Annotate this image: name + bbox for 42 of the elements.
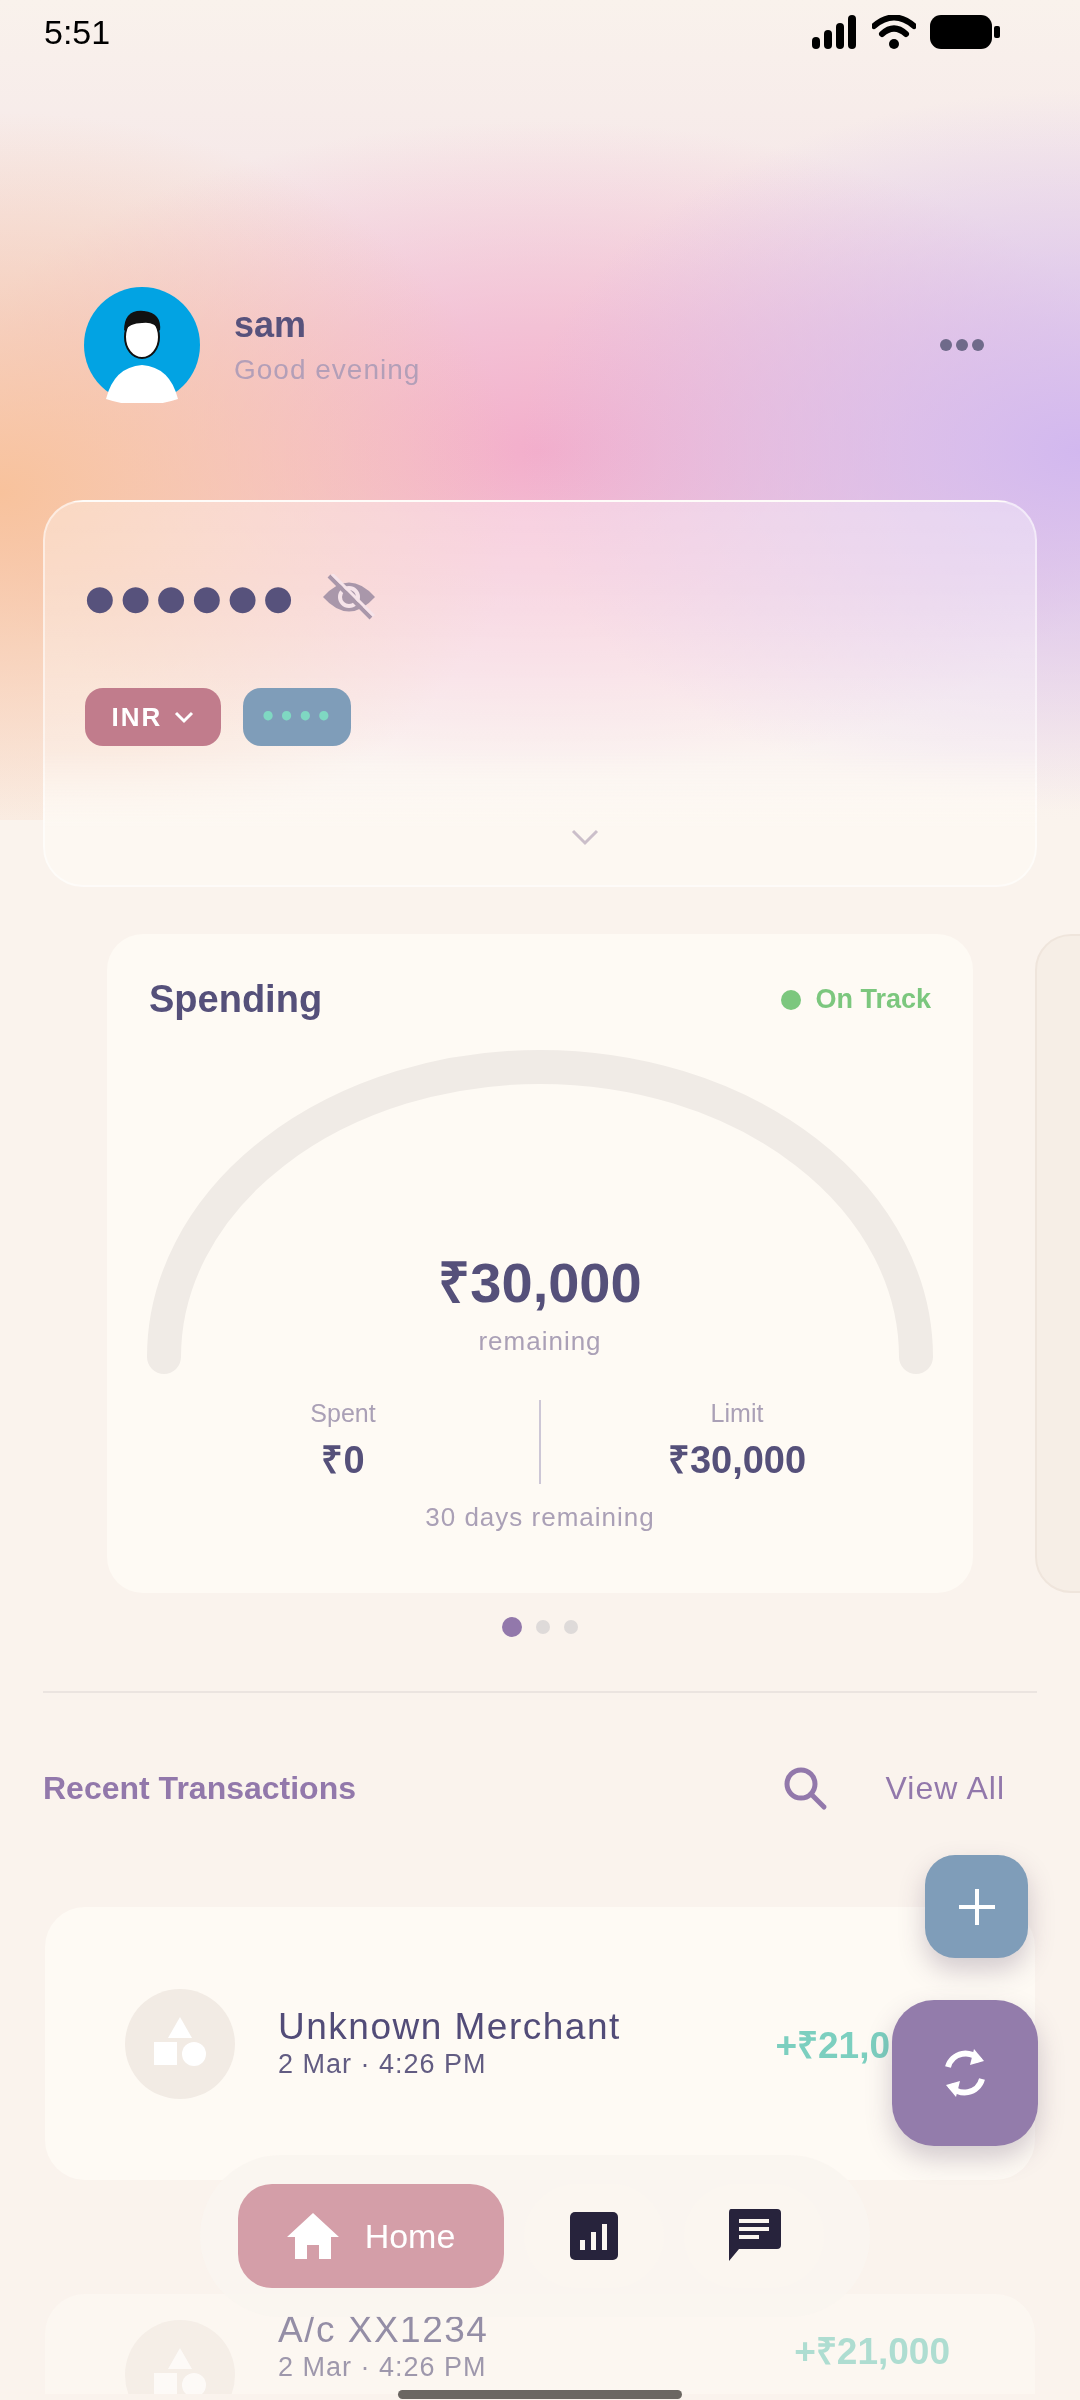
status-label: On Track [815,984,931,1015]
card-title: Spending [149,978,323,1021]
signal-icon [812,15,858,49]
merchant-name: A/c XX1234 [278,2310,489,2351]
page-dot[interactable] [564,1620,578,1634]
add-button[interactable] [925,1855,1028,1958]
sync-button[interactable] [892,2000,1038,2146]
page-dot[interactable] [502,1617,522,1637]
remaining-caption: remaining [478,1326,602,1357]
home-tab[interactable]: Home [238,2184,504,2288]
days-remaining: 30 days remaining [425,1502,655,1533]
limit-amount: ₹30,000 [667,1438,807,1483]
limit-label: Limit [710,1399,764,1428]
account-chip[interactable]: •••• [243,688,351,746]
user-name: sam [234,304,308,346]
remaining-amount: ₹30,000 [438,1250,642,1316]
expand-chevron-icon[interactable] [571,828,599,846]
masked-balance: ●●●●●● [85,577,299,617]
page-dot[interactable] [536,1620,550,1634]
chevron-down-icon [174,710,195,724]
more-icon[interactable] [940,339,984,351]
home-icon [286,2213,339,2259]
merchant-name: Unknown Merchant [278,2007,621,2048]
avatar[interactable] [84,287,200,403]
spent-amount: ₹0 [321,1438,365,1483]
currency-selector[interactable]: INR [85,688,221,746]
transaction-date: 2 Mar · 4:26 PM [278,2050,487,2080]
greeting: Good evening [234,354,422,386]
battery-icon [930,15,1000,49]
plus-icon [956,1886,997,1927]
transaction-amount: +₹21,000 [794,2330,950,2374]
spent-label: Spent [310,1399,376,1428]
message-icon [727,2209,781,2263]
wifi-icon [872,15,916,49]
visibility-toggle-icon[interactable] [321,574,377,620]
chart-icon [570,2212,618,2260]
transaction-amount: +₹21,0 [775,2024,890,2068]
shapes-icon [125,1988,235,2099]
transaction-date: 2 Mar · 4:26 PM [278,2352,487,2383]
view-all-link[interactable]: View All [885,1769,1005,1807]
section-title: Recent Transactions [43,1769,357,1807]
status-time: 5:51 [44,12,111,52]
